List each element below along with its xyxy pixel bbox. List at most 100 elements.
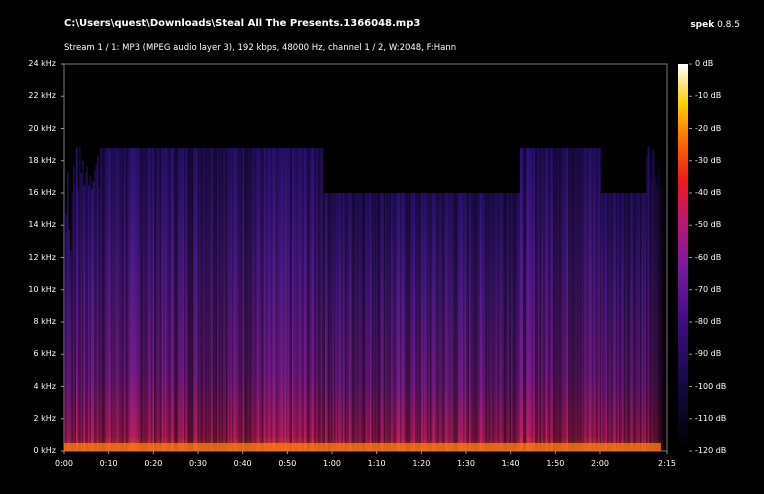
spectrum-column [241, 147, 243, 451]
spectrum-column [490, 193, 492, 451]
spectrum-column [446, 193, 449, 451]
spectrum-column [607, 193, 609, 451]
colorbar-db-label: -30 dB [695, 155, 722, 165]
spectrum-column [277, 147, 279, 451]
spectrum-column [328, 193, 330, 451]
spectrum-column [254, 147, 257, 451]
spectrogram-view[interactable] [0, 0, 764, 494]
spectrum-column [581, 147, 584, 451]
spectrum-column [178, 147, 180, 451]
spectrum-column [476, 193, 479, 451]
spectrum-column [529, 147, 531, 451]
spectrum-column [113, 147, 116, 451]
time-tick-label: 0:30 [189, 459, 207, 468]
spectrum-column [355, 193, 357, 451]
spectrum-column [536, 147, 539, 451]
spectrum-column [394, 193, 396, 451]
spectrum-column [403, 193, 405, 451]
spectrum-column [359, 193, 362, 451]
spectrum-column [646, 155, 648, 451]
spectrum-column [244, 147, 246, 451]
spectrum-column [353, 193, 356, 451]
spectrum-column [634, 193, 636, 451]
colorbar [678, 64, 688, 451]
spectrum-column [217, 147, 219, 451]
spectrum-column [112, 147, 114, 451]
spectrum-column [449, 193, 452, 451]
spectrum-column [286, 147, 288, 451]
time-tick-label: 1:00 [323, 459, 341, 468]
spectrum-column [70, 250, 72, 451]
spectrum-column [481, 193, 483, 451]
spectrum-column [574, 147, 576, 451]
spectrum-column [296, 147, 299, 451]
spectrum-column [413, 193, 416, 451]
spectrum-column [358, 193, 360, 451]
spectrum-column [655, 174, 657, 452]
low-frequency-energy [64, 442, 661, 451]
spectrum-column [268, 147, 270, 451]
spectrum-column [373, 193, 375, 451]
spectrum-column [635, 193, 638, 451]
spectrum-column [479, 193, 482, 451]
spectrum-column [431, 193, 434, 451]
spectrum-column [589, 147, 591, 451]
spectrum-column [388, 193, 390, 451]
spectrum-column [235, 147, 237, 451]
spectrum-column [383, 193, 386, 451]
spectrum-column [223, 147, 225, 451]
spectrum-column [142, 147, 144, 451]
spectrum-column [320, 147, 323, 451]
spectrum-column [656, 184, 659, 451]
spectrum-column [475, 193, 477, 451]
spectrum-column [179, 147, 182, 451]
spectrum-column [445, 193, 447, 451]
spectrum-column [173, 147, 176, 451]
spectrum-column [91, 189, 93, 451]
spectrum-column [563, 147, 566, 451]
spectrum-column [251, 147, 254, 451]
spectrum-column [443, 193, 446, 451]
spectrum-column [598, 147, 600, 451]
spectrum-column [493, 193, 495, 451]
spectrum-column [658, 165, 660, 452]
spectrum-column [485, 193, 488, 451]
spectrum-column [488, 193, 491, 451]
spectrum-column [221, 147, 224, 451]
spectrum-column [280, 147, 282, 451]
spectrum-column [661, 188, 663, 451]
time-tick-label: 0:00 [55, 459, 73, 468]
spectrum-column [425, 193, 428, 451]
spectrum-column [125, 147, 128, 451]
spectrum-column [110, 147, 113, 451]
spectrum-column [157, 147, 159, 451]
spectrum-column [632, 193, 635, 451]
spectrum-column [238, 147, 240, 451]
spectrum-column [287, 147, 290, 451]
spectrum-column [140, 147, 143, 451]
spectrum-column [577, 147, 579, 451]
spectrum-column [395, 193, 398, 451]
spectrum-column [464, 193, 467, 451]
spectrum-column [365, 193, 368, 451]
spectrum-column [424, 193, 426, 451]
spectrum-column [374, 193, 377, 451]
freq-tick-label: 8 kHz [33, 317, 56, 326]
spectrum-column [620, 193, 623, 451]
spectrum-column [248, 147, 251, 451]
spectrum-column [583, 147, 585, 451]
spectrum-column [593, 147, 596, 451]
spectrum-column [538, 147, 540, 451]
freq-tick-label: 20 kHz [28, 123, 56, 133]
spectrum-column [107, 147, 110, 451]
spectrum-column [299, 147, 302, 451]
spectrum-column [98, 186, 101, 452]
spectrum-column [136, 147, 138, 451]
time-tick-label: 0:20 [144, 459, 163, 468]
freq-tick-label: 16 kHz [28, 188, 56, 197]
spectrum-column [644, 193, 647, 451]
spectrum-column [389, 193, 392, 451]
spectrum-column [137, 147, 140, 451]
spectrum-column [341, 193, 344, 451]
spectrum-column [128, 147, 131, 451]
